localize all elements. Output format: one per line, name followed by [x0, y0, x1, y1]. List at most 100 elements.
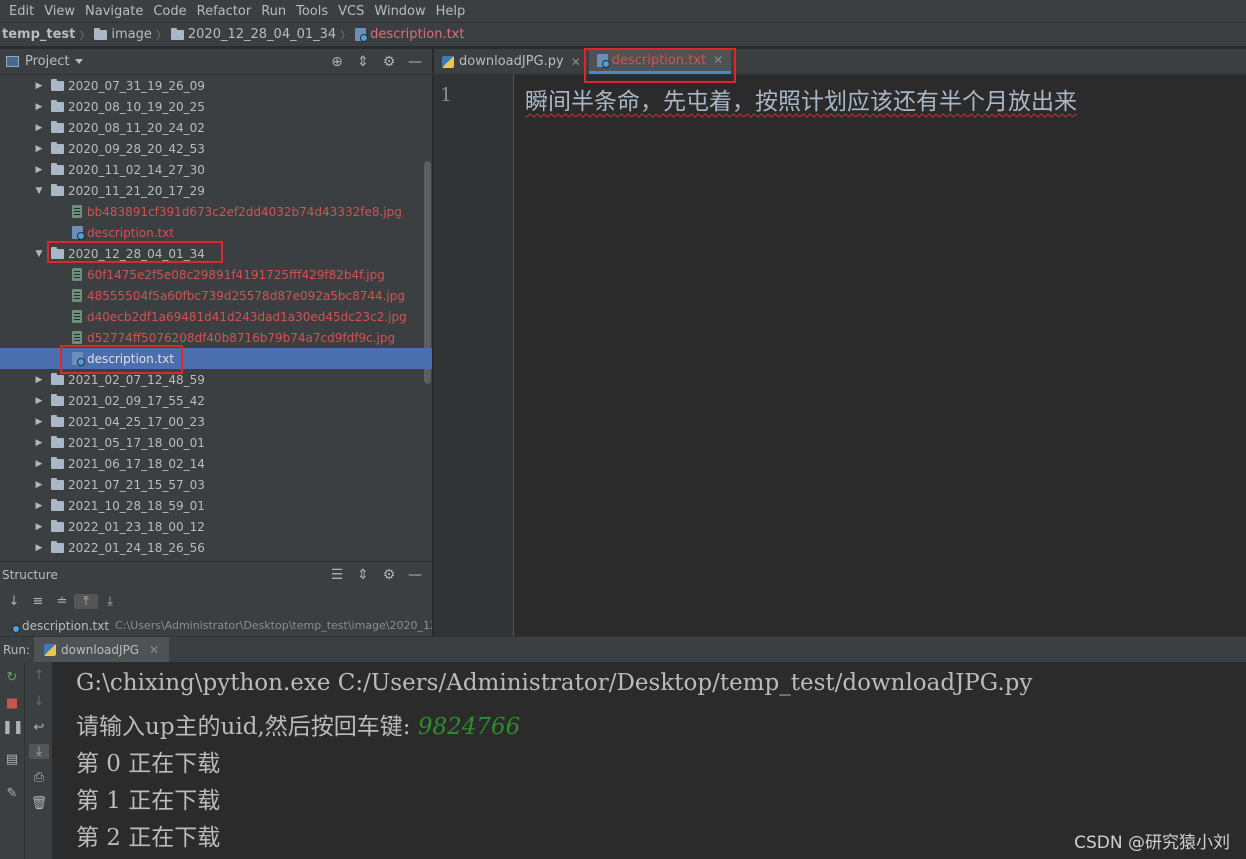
tree-folder[interactable]: ▶ 2021_02_07_12_48_59 — [0, 369, 432, 390]
expand-arrow-right-icon[interactable]: ▶ — [34, 81, 44, 91]
tree-folder[interactable]: ▶ 2022_01_24_18_26_56 — [0, 537, 432, 558]
tree-folder[interactable]: ▶ 2020_07_31_19_26_09 — [0, 75, 432, 96]
scroll-to-end-icon[interactable]: ⤓ — [29, 744, 49, 759]
tree-folder[interactable]: ▶ 2020_09_28_20_42_53 — [0, 138, 432, 159]
menu-item-tools[interactable]: Tools — [291, 4, 333, 19]
menu-item-refactor[interactable]: Refactor — [192, 4, 257, 19]
menu-item-navigate[interactable]: Navigate — [80, 4, 148, 19]
collapse-icon[interactable]: ≐ — [50, 594, 74, 609]
console-output-text: 第 0 正在下载 — [76, 751, 221, 777]
close-icon[interactable]: ✕ — [149, 643, 159, 657]
run-console[interactable]: G:\chixing\python.exe C:/Users/Administr… — [52, 662, 1246, 859]
breadcrumb-folder[interactable]: image — [94, 27, 152, 42]
tree-folder[interactable]: ▶ 2022_01_23_18_00_12 — [0, 516, 432, 537]
expand-all-icon[interactable]: ☰ — [324, 567, 350, 583]
tree-file[interactable]: 48555504f5a60fbc739d25578d87e092a5bc8744… — [0, 285, 432, 306]
expand-arrow-right-icon[interactable]: ▶ — [34, 165, 44, 175]
expand-arrow-down-icon[interactable]: ▼ — [34, 186, 44, 196]
trash-icon[interactable]: 🗑 — [29, 796, 49, 811]
menu-item-run[interactable]: Run — [256, 4, 291, 19]
expand-arrow-right-icon[interactable]: ▶ — [34, 123, 44, 133]
console-output-text: 第 1 正在下载 — [76, 788, 221, 814]
editor-text-line[interactable]: 瞬间半条命，先屯着，按照计划应该还有半个月放出来 — [525, 82, 1077, 116]
stop-icon[interactable]: ■ — [2, 696, 22, 711]
tree-folder[interactable]: ▶ 2021_06_17_18_02_14 — [0, 453, 432, 474]
structure-file-row[interactable]: description.txt C:\Users\Administrator\D… — [0, 615, 432, 636]
tree-folder[interactable]: ▶ 2021_07_21_15_57_03 — [0, 474, 432, 495]
editor-area[interactable]: 1 瞬间半条命，先屯着，按照计划应该还有半个月放出来 — [434, 75, 1246, 636]
layout-icon[interactable]: ▤ — [2, 752, 22, 767]
menu-item-code[interactable]: Code — [148, 4, 191, 19]
tree-file[interactable]: description.txt — [0, 348, 432, 369]
tree-folder[interactable]: ▼ 2020_12_28_04_01_34 — [0, 243, 432, 264]
tree-file[interactable]: d40ecb2df1a69481d41d243dad1a30ed45dc23c2… — [0, 306, 432, 327]
arrow-up-icon[interactable]: ↑ — [29, 668, 49, 683]
expand-arrow-right-icon[interactable]: ▶ — [34, 543, 44, 553]
tree-folder[interactable]: ▶ 2021_02_09_17_55_42 — [0, 390, 432, 411]
folder-icon — [51, 99, 64, 112]
project-panel-title: Project — [25, 54, 70, 69]
folder-icon — [170, 27, 184, 40]
tree-folder[interactable]: ▼ 2020_11_21_20_17_29 — [0, 180, 432, 201]
tab-downloadjpg-py[interactable]: downloadJPG.py ✕ — [434, 49, 589, 74]
pause-icon[interactable]: ❚❚ — [2, 720, 24, 735]
expand-arrow-right-icon[interactable]: ▶ — [34, 144, 44, 154]
print-icon[interactable]: ⎙ — [29, 770, 49, 785]
autoscroll-from-source-icon[interactable]: ⤓ — [98, 594, 122, 609]
tree-item-label: bb483891cf391d673c2ef2dd4032b74d43332fe8… — [87, 204, 402, 219]
tree-file[interactable]: bb483891cf391d673c2ef2dd4032b74d43332fe8… — [0, 201, 432, 222]
tree-folder[interactable]: ▶ 2020_11_02_14_27_30 — [0, 159, 432, 180]
expand-arrow-right-icon[interactable]: ▶ — [34, 459, 44, 469]
expand-icon[interactable]: ≡ — [26, 594, 50, 609]
tree-item-label: 2021_06_17_18_02_14 — [68, 456, 205, 471]
menu-item-edit[interactable]: Edit — [4, 4, 39, 19]
tree-file[interactable]: 60f1475e2f5e08c29891f4191725fff429f82b4f… — [0, 264, 432, 285]
expand-arrow-right-icon[interactable]: ▶ — [34, 480, 44, 490]
tab-description-txt[interactable]: description.txt ✕ — [588, 49, 732, 74]
gear-icon[interactable]: ⚙ — [376, 567, 402, 583]
expand-arrow-right-icon[interactable]: ▶ — [34, 102, 44, 112]
tree-file[interactable]: description.txt — [0, 222, 432, 243]
breadcrumb-project[interactable]: temp_test — [2, 27, 75, 42]
tree-folder[interactable]: ▶ 2021_05_17_18_00_01 — [0, 432, 432, 453]
arrow-down-icon[interactable]: ↓ — [29, 694, 49, 709]
minimize-icon[interactable]: — — [402, 54, 428, 70]
menu-item-vcs[interactable]: VCS — [333, 4, 369, 19]
menu-item-view[interactable]: View — [39, 4, 80, 19]
collapse-all-icon[interactable]: ⇕ — [350, 54, 376, 70]
close-icon[interactable]: ✕ — [713, 53, 723, 67]
tree-folder[interactable]: ▶ 2021_04_25_17_00_23 — [0, 411, 432, 432]
run-tab-downloadjpg[interactable]: downloadJPG ✕ — [34, 637, 170, 662]
expand-arrow-right-icon[interactable]: ▶ — [34, 438, 44, 448]
menu-item-help[interactable]: Help — [431, 4, 471, 19]
chevron-right-icon: 〉 — [340, 28, 352, 42]
minimize-icon[interactable]: — — [402, 567, 428, 583]
chevron-right-icon: 〉 — [79, 28, 91, 42]
expand-arrow-down-icon[interactable]: ▼ — [34, 249, 44, 259]
expand-arrow-right-icon[interactable]: ▶ — [34, 522, 44, 532]
expand-arrow-right-icon[interactable]: ▶ — [34, 396, 44, 406]
expand-arrow-right-icon[interactable]: ▶ — [34, 501, 44, 511]
breadcrumb-file[interactable]: description.txt — [355, 27, 464, 42]
autoscroll-to-source-icon[interactable]: ⤒ — [74, 593, 98, 609]
locate-icon[interactable]: ⊕ — [324, 54, 350, 70]
project-view-selector[interactable]: Project — [6, 54, 84, 69]
tree-folder[interactable]: ▶ 2020_08_10_19_20_25 — [0, 96, 432, 117]
pin-icon[interactable]: ✎ — [2, 786, 22, 801]
tree-folder[interactable]: ▶ 2020_08_11_20_24_02 — [0, 117, 432, 138]
tree-folder[interactable]: ▶ 2021_10_28_18_59_01 — [0, 495, 432, 516]
gear-icon[interactable]: ⚙ — [376, 54, 402, 70]
tree-file[interactable]: d52774ff5076208df40b8716b79b74a7cd9fdf9c… — [0, 327, 432, 348]
menu-item-window[interactable]: Window — [369, 4, 430, 19]
expand-arrow-right-icon[interactable]: ▶ — [34, 375, 44, 385]
run-tab-label: downloadJPG — [61, 642, 140, 657]
soft-wrap-icon[interactable]: ↩ — [29, 720, 49, 735]
breadcrumb-subfolder-label: 2020_12_28_04_01_34 — [187, 27, 337, 42]
folder-icon — [51, 540, 64, 553]
expand-arrow-right-icon[interactable]: ▶ — [34, 417, 44, 427]
collapse-all-icon[interactable]: ⇕ — [350, 567, 376, 583]
breadcrumb-subfolder[interactable]: 2020_12_28_04_01_34 — [170, 27, 337, 42]
rerun-icon[interactable]: ↻ — [2, 670, 22, 685]
close-icon[interactable]: ✕ — [571, 55, 581, 69]
sort-alpha-icon[interactable]: ↓ — [2, 594, 26, 609]
